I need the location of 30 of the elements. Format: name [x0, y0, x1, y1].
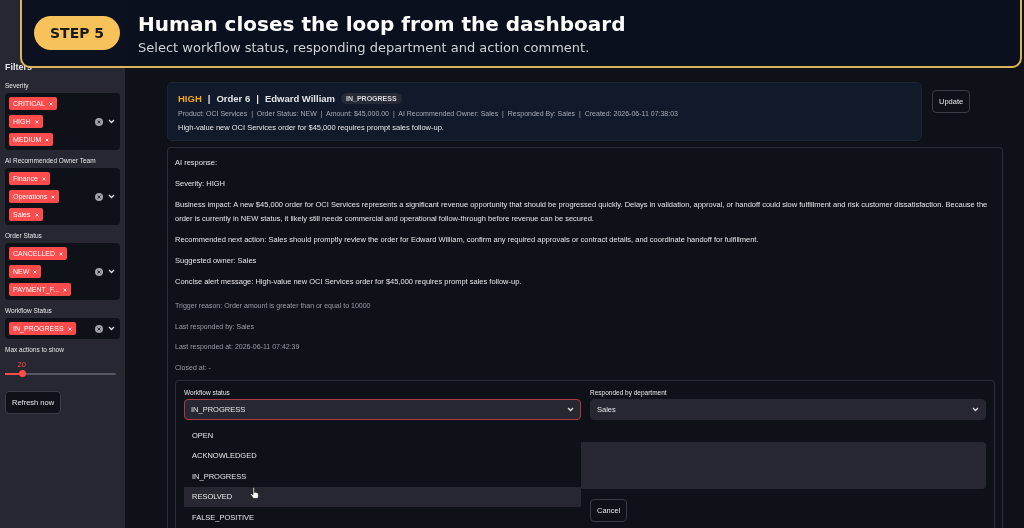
remove-icon[interactable] — [34, 119, 39, 124]
remove-icon[interactable] — [59, 251, 63, 256]
remove-icon[interactable] — [33, 269, 38, 274]
clear-icon[interactable] — [95, 267, 103, 276]
pointer-cursor-icon — [250, 486, 259, 499]
chevron-down-icon — [567, 407, 574, 412]
step-badge: STEP 5 — [34, 16, 121, 50]
clear-icon[interactable] — [95, 192, 103, 201]
remove-icon[interactable] — [45, 137, 50, 142]
order-title: Order 6 — [216, 93, 251, 104]
clear-icon[interactable] — [95, 324, 103, 333]
banner-subtitle: Select workflow status, responding department and action comment. — [138, 39, 591, 55]
clear-icon[interactable] — [95, 117, 103, 126]
remove-icon[interactable] — [41, 176, 46, 181]
chevron-down-icon — [108, 119, 115, 124]
chevron-down-icon — [108, 269, 115, 274]
remove-icon[interactable] — [67, 326, 72, 331]
chevron-down-icon — [108, 326, 115, 331]
chevron-down-icon — [108, 194, 115, 199]
chevron-down-icon — [972, 407, 979, 412]
separator: | — [256, 93, 259, 104]
severity-label: HIGH — [178, 93, 202, 104]
remove-icon[interactable] — [34, 212, 39, 217]
remove-icon[interactable] — [51, 194, 56, 199]
separator: | — [207, 93, 211, 104]
remove-icon[interactable] — [63, 287, 68, 292]
remove-icon[interactable] — [48, 101, 53, 106]
banner-title: Human closes the loop from the dashboard — [138, 11, 626, 36]
customer-name: Edward William — [264, 93, 335, 104]
slider-thumb[interactable] — [18, 370, 26, 377]
